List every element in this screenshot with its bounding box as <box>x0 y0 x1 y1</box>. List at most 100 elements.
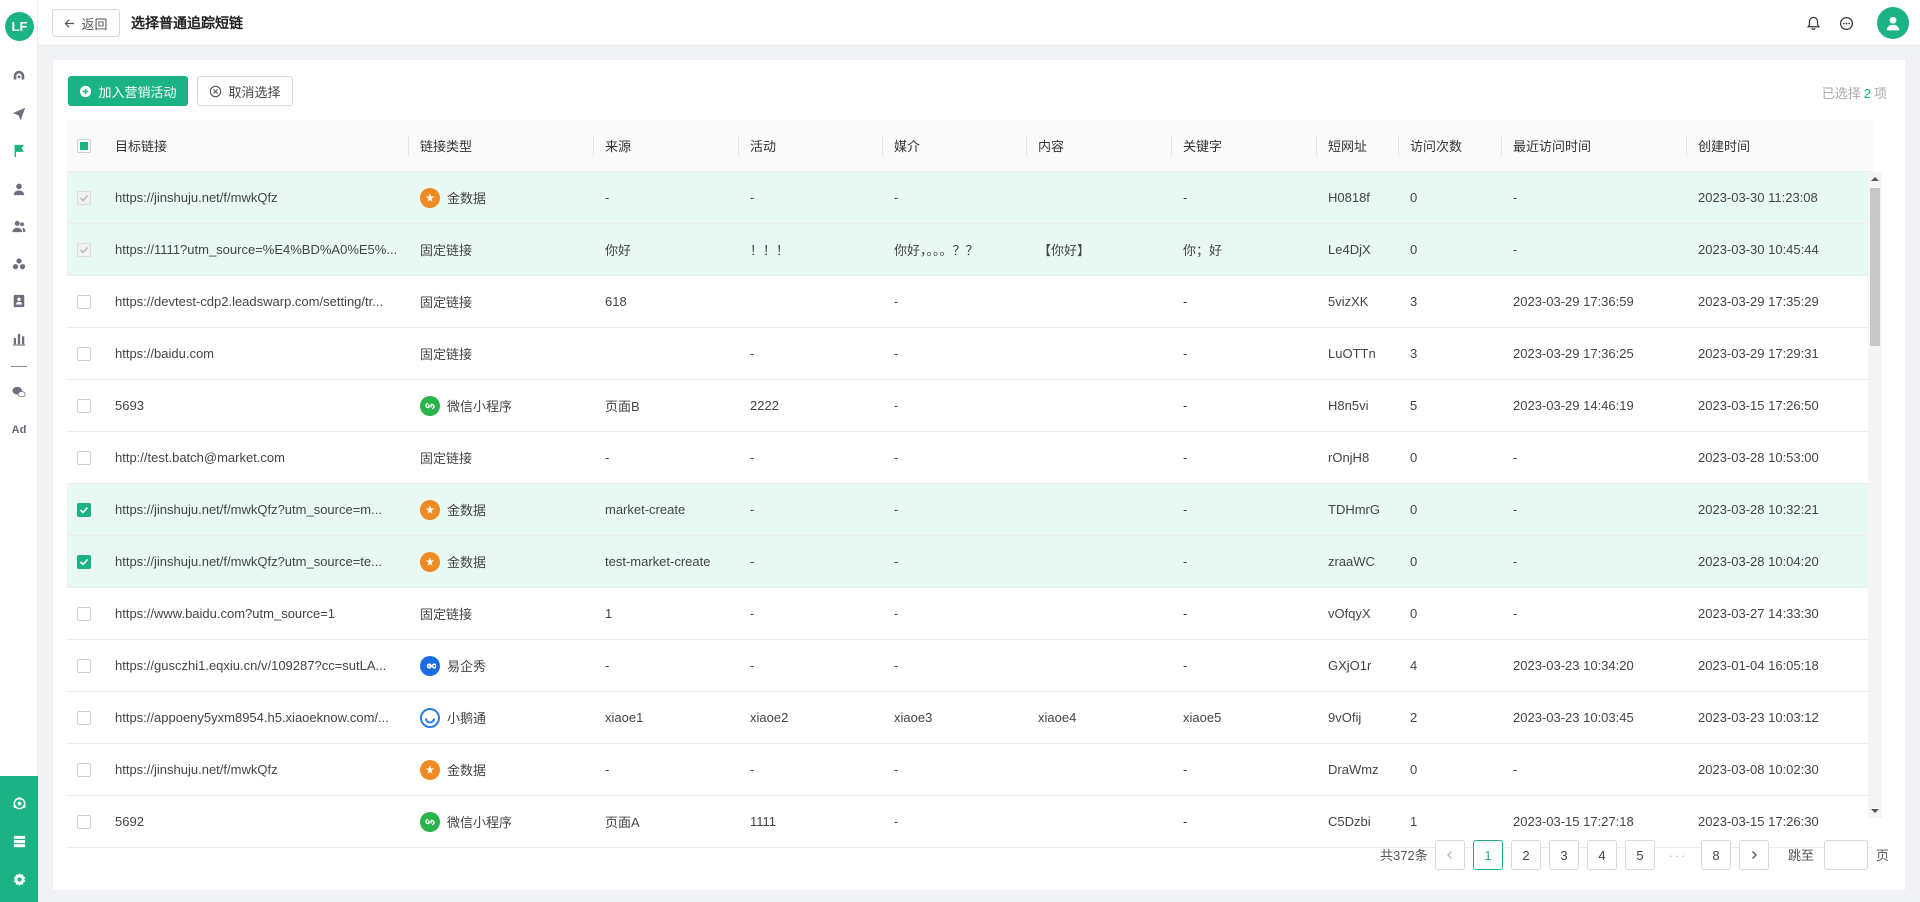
table-row[interactable]: https://www.baidu.com?utm_source=1 固定链接 1 -… <box>67 588 1873 640</box>
cell-text: - <box>1183 398 1188 413</box>
table-row[interactable]: https://jinshuju.net/f/mwkQfz 金数据 - - - - H081… <box>67 172 1873 224</box>
scroll-up-icon[interactable] <box>1868 172 1882 186</box>
table-row[interactable]: http://test.batch@market.com 固定链接 - - - - rOnj… <box>67 432 1873 484</box>
row-checkbox[interactable] <box>77 295 91 309</box>
cell-text: 2023-03-27 14:33:30 <box>1698 606 1819 621</box>
page-button-1[interactable]: 1 <box>1473 840 1503 870</box>
plus-circle-icon <box>80 85 92 97</box>
cell-campaign: xiaoe2 <box>750 692 788 743</box>
wechat-miniprogram-icon <box>420 395 440 416</box>
cell-text: https://appoeny5yxm8954.h5.xiaoeknow.com… <box>115 710 389 725</box>
column-separator[interactable] <box>738 136 739 156</box>
ad-icon[interactable]: Ad <box>9 420 29 440</box>
cell-short-url: GXjO1r <box>1328 640 1371 691</box>
settings-gear-icon[interactable] <box>9 869 29 889</box>
chevron-right-icon <box>1752 851 1757 859</box>
prev-page-button[interactable] <box>1435 840 1465 870</box>
row-checkbox[interactable] <box>77 815 91 829</box>
scroll-down-icon[interactable] <box>1868 804 1882 818</box>
page-button-3[interactable]: 3 <box>1549 840 1579 870</box>
app-logo[interactable]: LF <box>5 12 34 41</box>
column-separator[interactable] <box>408 136 409 156</box>
cell-created-time: 2023-03-28 10:32:21 <box>1698 484 1819 535</box>
table-row[interactable]: https://gusczhi1.eqxiu.cn/v/109287?cc=su… <box>67 640 1873 692</box>
cell-keyword: 你；好 <box>1183 224 1222 275</box>
column-separator[interactable] <box>593 136 594 156</box>
send-icon[interactable] <box>9 104 29 124</box>
wechat-icon[interactable] <box>9 382 29 402</box>
row-checkbox[interactable] <box>77 503 91 517</box>
ad-label: Ad <box>11 424 27 436</box>
row-checkbox[interactable] <box>77 555 91 569</box>
row-checkbox[interactable] <box>77 607 91 621</box>
row-checkbox[interactable] <box>77 347 91 361</box>
page-button-2[interactable]: 2 <box>1511 840 1541 870</box>
table-row[interactable]: https://appoeny5yxm8954.h5.xiaoeknow.com… <box>67 692 1873 744</box>
next-page-button[interactable] <box>1739 840 1769 870</box>
page-button-4[interactable]: 4 <box>1587 840 1617 870</box>
bar-chart-icon[interactable] <box>9 329 29 349</box>
cell-keyword: - <box>1183 172 1187 223</box>
scrollbar-thumb[interactable] <box>1870 188 1880 346</box>
dashboard-icon[interactable] <box>9 66 29 86</box>
column-separator[interactable] <box>1316 136 1317 156</box>
column-separator[interactable] <box>1501 136 1502 156</box>
table-row[interactable]: 5693 微信小程序 页面B 2222 - - H8n5vi 5 2023-03-29 14:4… <box>67 380 1873 432</box>
cell-text: - <box>894 762 899 777</box>
cell-text: - <box>1513 450 1518 465</box>
jump-to-label: 跳至 <box>1788 848 1815 863</box>
cell-keyword: - <box>1183 484 1187 535</box>
page-button-5[interactable]: 5 <box>1625 840 1655 870</box>
cell-text: 页面A <box>605 815 640 830</box>
column-separator[interactable] <box>1686 136 1687 156</box>
page-title: 选择普通追踪短链 <box>131 15 243 31</box>
flag-icon[interactable] <box>9 141 29 161</box>
cell-text: 2 <box>1410 710 1418 725</box>
cancel-selection-button[interactable]: 取消选择 <box>197 76 293 106</box>
row-checkbox[interactable] <box>77 711 91 725</box>
row-checkbox[interactable] <box>77 763 91 777</box>
table-row[interactable]: https://jinshuju.net/f/mwkQfz?utm_source… <box>67 536 1873 588</box>
cell-text: 2023-03-28 10:32:21 <box>1698 502 1819 517</box>
cell-keyword: - <box>1183 328 1187 379</box>
cell-campaign: 2222 <box>750 380 779 431</box>
column-separator[interactable] <box>882 136 883 156</box>
row-checkbox[interactable] <box>77 451 91 465</box>
segments-icon[interactable] <box>9 254 29 274</box>
table-scrollbar[interactable] <box>1868 172 1882 818</box>
server-icon[interactable] <box>9 831 29 851</box>
page-button-last[interactable]: 8 <box>1701 840 1731 870</box>
table-row[interactable]: https://devtest-cdp2.leadswarp.com/setti… <box>67 276 1873 328</box>
column-separator[interactable] <box>1026 136 1027 156</box>
contacts-book-icon[interactable] <box>9 291 29 311</box>
column-separator[interactable] <box>1171 136 1172 156</box>
cell-text: - <box>750 762 755 777</box>
cell-short-url: H8n5vi <box>1328 380 1368 431</box>
row-checkbox[interactable] <box>77 659 91 673</box>
cell-text: 1111 <box>750 814 777 829</box>
cell-text: market-create <box>605 502 686 517</box>
cell-text: test-market-create <box>605 554 711 569</box>
cell-text: 固定链接 <box>420 347 473 362</box>
table-row[interactable]: https://1111?utm_source=%E4%BD%A0%E5%...… <box>67 224 1873 276</box>
table-row[interactable]: https://jinshuju.net/f/mwkQfz 金数据 - - - - DraW… <box>67 744 1873 796</box>
chat-bubble-icon[interactable] <box>1837 14 1855 32</box>
bell-icon[interactable] <box>1804 14 1822 32</box>
column-separator[interactable] <box>1398 136 1399 156</box>
integration-icon[interactable] <box>9 793 29 813</box>
cell-text: - <box>1513 554 1518 569</box>
jump-to-page-input[interactable] <box>1824 840 1868 870</box>
cell-text: - <box>750 450 755 465</box>
user-icon[interactable] <box>9 179 29 199</box>
users-icon[interactable] <box>9 216 29 236</box>
cell-text: - <box>1183 554 1188 569</box>
user-avatar-icon[interactable] <box>1877 7 1909 39</box>
pagination-ellipsis[interactable]: ··· <box>1663 840 1693 870</box>
table-row[interactable]: https://jinshuju.net/f/mwkQfz?utm_source… <box>67 484 1873 536</box>
select-all-checkbox[interactable] <box>77 139 91 153</box>
row-checkbox[interactable] <box>77 399 91 413</box>
table-row[interactable]: https://baidu.com 固定链接 - - - LuOTTn 3 2023-03-2… <box>67 328 1873 380</box>
add-to-campaign-button[interactable]: 加入营销活动 <box>68 76 188 106</box>
back-button[interactable]: 返回 <box>52 9 120 37</box>
cell-source: market-create <box>605 484 685 535</box>
